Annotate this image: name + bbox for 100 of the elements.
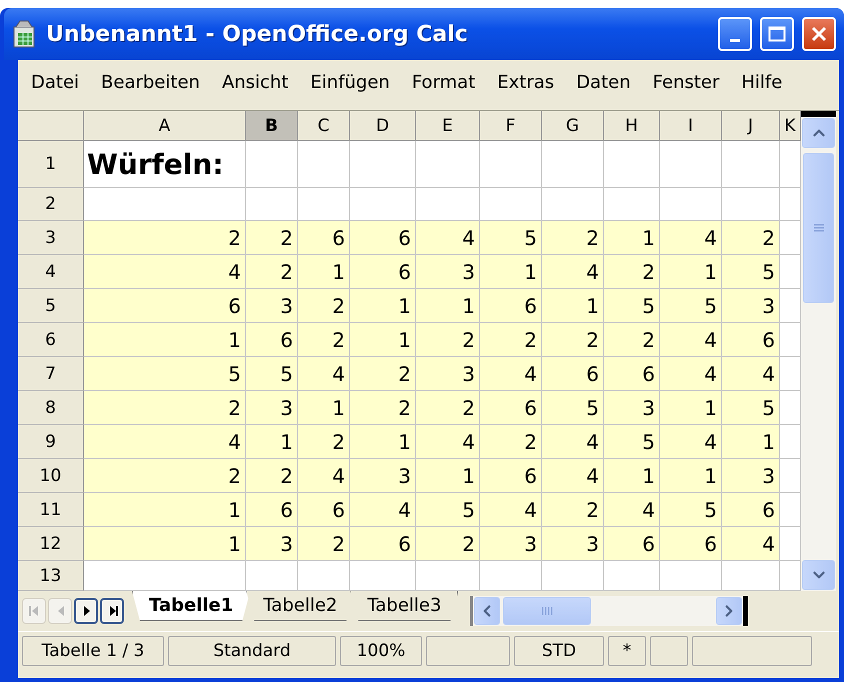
horizontal-scrollbar[interactable] [470, 596, 748, 626]
column-header[interactable]: E [416, 111, 480, 141]
row-header[interactable]: 11 [18, 493, 84, 527]
minimize-icon [730, 38, 740, 42]
row-header[interactable]: 13 [18, 561, 84, 591]
grip-icon [812, 223, 824, 233]
menu-item[interactable]: Einfügen [299, 72, 401, 92]
table-cell [480, 188, 542, 221]
sheet-tab[interactable]: Tabelle1 [132, 591, 250, 621]
menu-item[interactable]: Format [400, 72, 486, 92]
table-cell: 2 [480, 323, 542, 357]
row-header[interactable]: 2 [18, 188, 84, 221]
table-cell [416, 141, 480, 188]
menu-item[interactable]: Bearbeiten [90, 72, 211, 92]
column-header[interactable]: K [780, 111, 801, 141]
status-field: 100% [340, 636, 422, 666]
menu-item[interactable]: Hilfe [730, 72, 794, 92]
column-header[interactable]: J [722, 111, 780, 141]
status-field [650, 636, 688, 666]
table-cell: 3 [722, 289, 780, 323]
table-cell: 1 [416, 289, 480, 323]
status-field: Tabelle 1 / 3 [22, 636, 164, 666]
table-cell [660, 141, 722, 188]
scroll-left-button[interactable] [474, 597, 500, 625]
column-header[interactable]: G [542, 111, 604, 141]
sheet-nav-button[interactable] [74, 598, 98, 624]
table-cell [780, 459, 801, 493]
table-cell [246, 188, 298, 221]
table-cell: 5 [604, 289, 660, 323]
scrollbar-thumb[interactable] [503, 597, 592, 625]
table-cell: 4 [416, 425, 480, 459]
scroll-right-button[interactable] [716, 597, 742, 625]
table-cell: 4 [84, 425, 246, 459]
table-cell: 3 [416, 255, 480, 289]
table-cell: 1 [660, 459, 722, 493]
window-title: Unbenannt1 - OpenOffice.org Calc [46, 22, 469, 46]
column-header[interactable]: F [480, 111, 542, 141]
scrollbar-thumb[interactable] [803, 153, 834, 303]
row-header[interactable]: 3 [18, 221, 84, 255]
table-cell: 2 [84, 391, 246, 425]
table-cell: 1 [660, 391, 722, 425]
table-cell: 6 [604, 527, 660, 561]
menu-item[interactable]: Extras [486, 72, 566, 92]
minimize-button[interactable] [718, 17, 752, 51]
table-cell: 6 [604, 357, 660, 391]
table-cell [416, 561, 480, 591]
sheet-tab[interactable]: Tabelle3 [350, 591, 458, 621]
table-cell: 5 [246, 357, 298, 391]
row-header[interactable]: 12 [18, 527, 84, 561]
table-cell [722, 141, 780, 188]
row-header[interactable]: 7 [18, 357, 84, 391]
table-cell: 2 [722, 221, 780, 255]
table-cell: 1 [84, 323, 246, 357]
table-cell: 5 [722, 391, 780, 425]
table-cell: 1 [604, 221, 660, 255]
scroll-up-button[interactable] [802, 118, 835, 148]
column-header[interactable]: A [84, 111, 246, 141]
table-cell: 2 [298, 425, 350, 459]
corner-cell[interactable] [18, 111, 84, 141]
table-cell: 3 [722, 459, 780, 493]
row-header[interactable]: 5 [18, 289, 84, 323]
table-cell: 6 [660, 527, 722, 561]
table-cell: 1 [350, 289, 416, 323]
row-header[interactable]: 10 [18, 459, 84, 493]
menu-item[interactable]: Fenster [642, 72, 730, 92]
menu-item[interactable]: Ansicht [210, 72, 300, 92]
column-header[interactable]: D [350, 111, 416, 141]
table-cell: 4 [722, 527, 780, 561]
table-cell: 6 [722, 323, 780, 357]
table-cell [416, 188, 480, 221]
table-cell [604, 561, 660, 591]
row-header[interactable]: 4 [18, 255, 84, 289]
table-cell: 2 [416, 527, 480, 561]
table-cell: 2 [542, 493, 604, 527]
table-cell: 2 [542, 221, 604, 255]
column-header[interactable]: H [604, 111, 660, 141]
table-cell: 4 [660, 323, 722, 357]
column-header[interactable]: I [660, 111, 722, 141]
table-cell [780, 527, 801, 561]
table-cell: 6 [480, 459, 542, 493]
table-cell: 3 [416, 357, 480, 391]
row-header[interactable]: 6 [18, 323, 84, 357]
table-cell: 4 [480, 493, 542, 527]
table-cell: 4 [660, 425, 722, 459]
table-cell: 5 [660, 289, 722, 323]
table-cell: 3 [480, 527, 542, 561]
scroll-down-button[interactable] [802, 560, 835, 590]
column-header[interactable]: B [246, 111, 298, 141]
menu-item[interactable]: Daten [565, 72, 642, 92]
row-header[interactable]: 8 [18, 391, 84, 425]
sheet-nav-button[interactable] [100, 598, 124, 624]
table-cell: 5 [84, 357, 246, 391]
row-header[interactable]: 1 [18, 141, 84, 188]
row-header[interactable]: 9 [18, 425, 84, 459]
menu-item[interactable]: Datei [20, 72, 90, 92]
column-header[interactable]: C [298, 111, 350, 141]
close-button[interactable] [802, 17, 836, 51]
maximize-button[interactable] [760, 17, 794, 51]
table-cell: 1 [350, 425, 416, 459]
table-cell: 2 [246, 221, 298, 255]
